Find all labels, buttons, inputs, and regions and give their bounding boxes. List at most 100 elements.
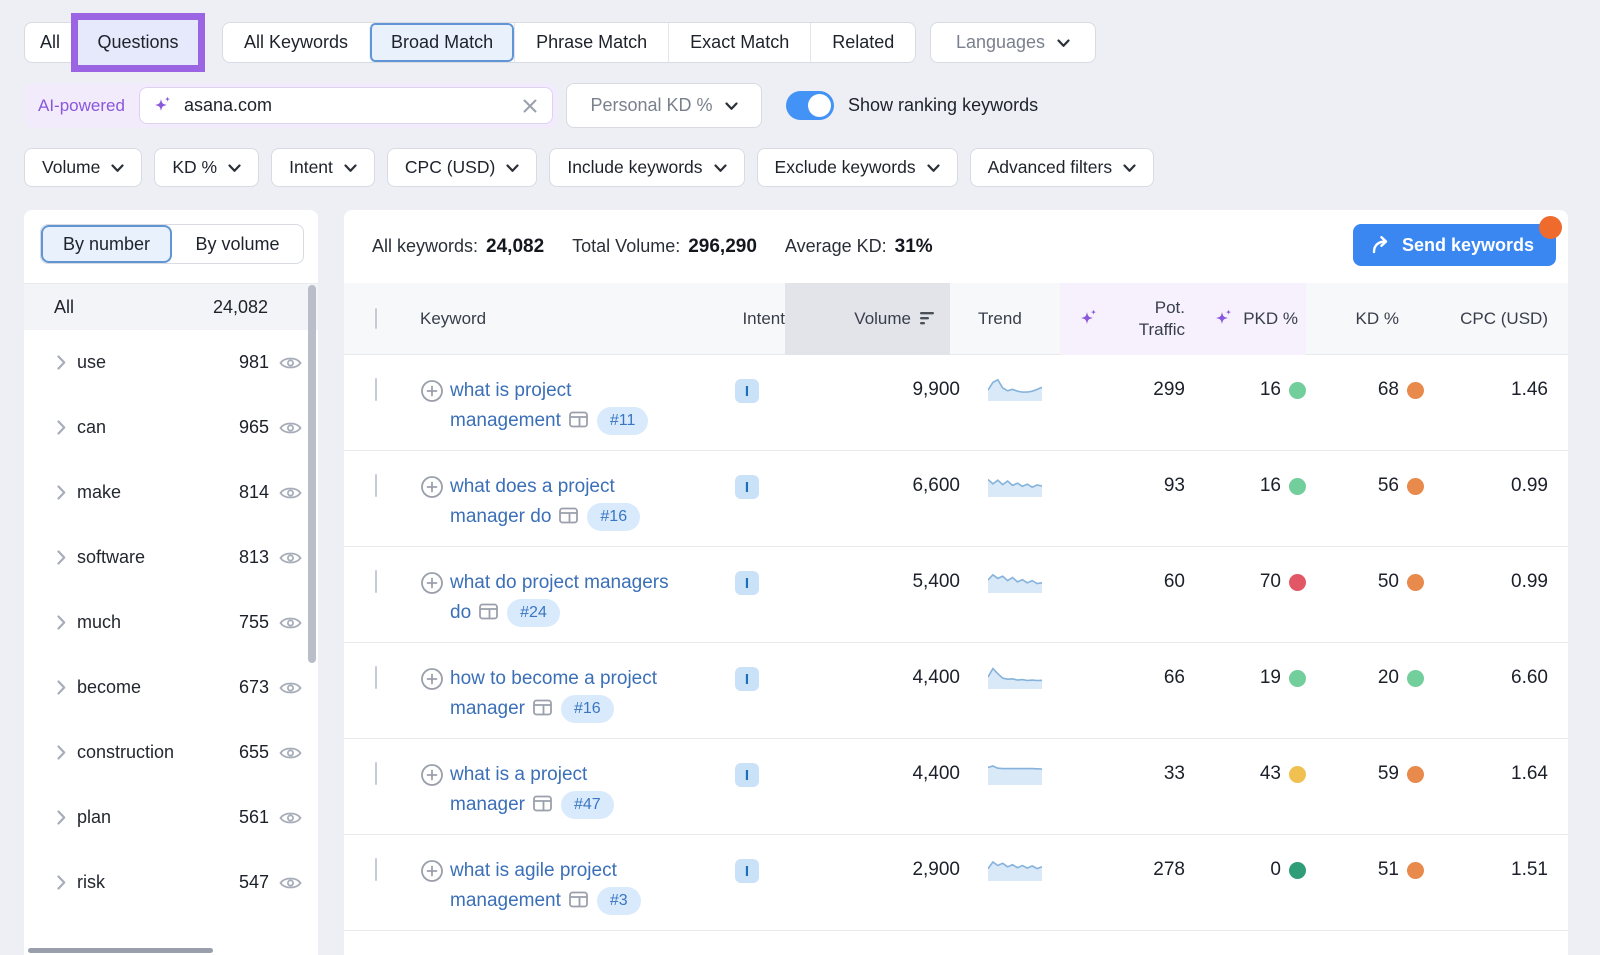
col-pot-traffic[interactable]: Pot. Traffic [1060,283,1185,355]
ranking-position-badge[interactable]: #16 [587,503,640,531]
select-all-checkbox[interactable] [375,308,377,329]
summary-stat: Total Volume: 296,290 [572,236,757,258]
ranking-position-badge[interactable]: #11 [597,407,649,435]
serp-features-icon[interactable] [479,600,498,630]
group-become[interactable]: become 673 [24,655,318,720]
sidebar-horizontal-scrollbar[interactable] [28,948,213,953]
add-keyword-icon[interactable] [420,475,444,499]
filter-advanced-filters[interactable]: Advanced filters [970,148,1155,187]
serp-features-icon[interactable] [559,504,578,534]
eye-icon[interactable] [279,875,302,891]
tab-all-keywords[interactable]: All Keywords [223,23,369,62]
filter-exclude-keywords[interactable]: Exclude keywords [757,148,958,187]
view-tab-by-number[interactable]: By number [41,225,172,263]
intent-badge[interactable]: I [735,763,759,787]
group-use[interactable]: use 981 [24,330,318,395]
row-checkbox[interactable] [375,570,377,593]
ranking-position-badge[interactable]: #16 [561,695,614,723]
filter-label: CPC (USD) [405,157,495,178]
trend-sparkline [960,376,1060,450]
group-can[interactable]: can 965 [24,395,318,460]
clear-search-icon[interactable] [522,98,538,114]
group-count: 755 [239,612,269,633]
eye-icon[interactable] [279,615,302,631]
eye-icon[interactable] [279,745,302,761]
row-checkbox[interactable] [375,666,377,689]
view-tab-by-volume[interactable]: By volume [172,225,303,263]
ranking-position-badge[interactable]: #3 [597,887,641,915]
eye-icon[interactable] [279,485,302,501]
keyword-link[interactable]: how to become a projectmanager [450,668,657,719]
serp-features-icon[interactable] [533,792,552,822]
tab-broad-match[interactable]: Broad Match [369,23,514,62]
add-keyword-icon[interactable] [420,667,444,691]
keyword-link[interactable]: what is projectmanagement [450,380,571,431]
eye-icon[interactable] [279,810,302,826]
intent-badge[interactable]: I [735,571,759,595]
filter-cpc-usd[interactable]: CPC (USD) [387,148,537,187]
ai-search-container: AI-powered [24,83,558,128]
serp-features-icon[interactable] [569,888,588,918]
tab-phrase-match[interactable]: Phrase Match [514,23,668,62]
ranking-position-badge[interactable]: #47 [561,791,614,819]
filter-volume[interactable]: Volume [24,148,142,187]
add-keyword-icon[interactable] [420,763,444,787]
ai-sparkle-icon [152,95,174,117]
intent-badge[interactable]: I [735,859,759,883]
row-checkbox[interactable] [375,474,377,497]
col-intent[interactable]: Intent [725,309,785,329]
col-keyword[interactable]: Keyword [420,309,735,329]
volume-value: 6,600 [912,475,960,497]
group-count: 814 [239,482,269,503]
group-plan[interactable]: plan 561 [24,785,318,850]
eye-icon[interactable] [279,680,302,696]
stat-value: 31% [895,236,933,258]
add-keyword-icon[interactable] [420,571,444,595]
search-input[interactable] [184,95,522,116]
show-ranking-toggle[interactable] [786,91,834,120]
tab-questions[interactable]: Questions [97,32,178,53]
send-keywords-button[interactable]: Send keywords [1353,224,1556,266]
group-software[interactable]: software 813 [24,525,318,590]
group-make[interactable]: make 814 [24,460,318,525]
tab-related[interactable]: Related [810,23,915,62]
chevron-right-icon [57,875,66,890]
serp-features-icon[interactable] [569,408,588,438]
group-risk[interactable]: risk 547 [24,850,318,915]
kd-value: 59 [1378,763,1399,785]
intent-badge[interactable]: I [735,379,759,403]
row-checkbox[interactable] [375,858,377,881]
search-field[interactable] [139,87,553,124]
keyword-link[interactable]: what is agile projectmanagement [450,860,617,911]
ranking-position-badge[interactable]: #24 [507,599,560,627]
eye-icon[interactable] [279,355,302,371]
col-cpc[interactable]: CPC (USD) [1424,309,1548,329]
col-pkd[interactable]: PKD % [1185,283,1306,355]
serp-features-icon[interactable] [533,696,552,726]
add-keyword-icon[interactable] [420,859,444,883]
tab-all[interactable]: All [25,23,75,62]
col-volume[interactable]: Volume [785,283,950,355]
intent-badge[interactable]: I [735,667,759,691]
languages-dropdown[interactable]: Languages [930,22,1096,63]
tab-exact-match[interactable]: Exact Match [668,23,810,62]
pkd-dot [1289,382,1306,399]
sidebar-vertical-scrollbar[interactable] [308,285,316,663]
col-trend[interactable]: Trend [950,309,1060,329]
filter-intent[interactable]: Intent [271,148,375,187]
row-checkbox[interactable] [375,378,377,401]
row-checkbox[interactable] [375,762,377,785]
eye-icon[interactable] [279,550,302,566]
filter-include-keywords[interactable]: Include keywords [549,148,744,187]
volume-value: 4,400 [912,667,960,689]
group-construction[interactable]: construction 655 [24,720,318,785]
eye-icon[interactable] [279,420,302,436]
kd-value: 20 [1378,667,1399,689]
add-keyword-icon[interactable] [420,379,444,403]
col-kd[interactable]: KD % [1306,309,1424,329]
group-much[interactable]: much 755 [24,590,318,655]
intent-badge[interactable]: I [735,475,759,499]
sidebar-all-row[interactable]: All 24,082 [24,283,318,330]
filter-kd[interactable]: KD % [154,148,259,187]
personal-kd-dropdown[interactable]: Personal KD % [566,83,762,128]
